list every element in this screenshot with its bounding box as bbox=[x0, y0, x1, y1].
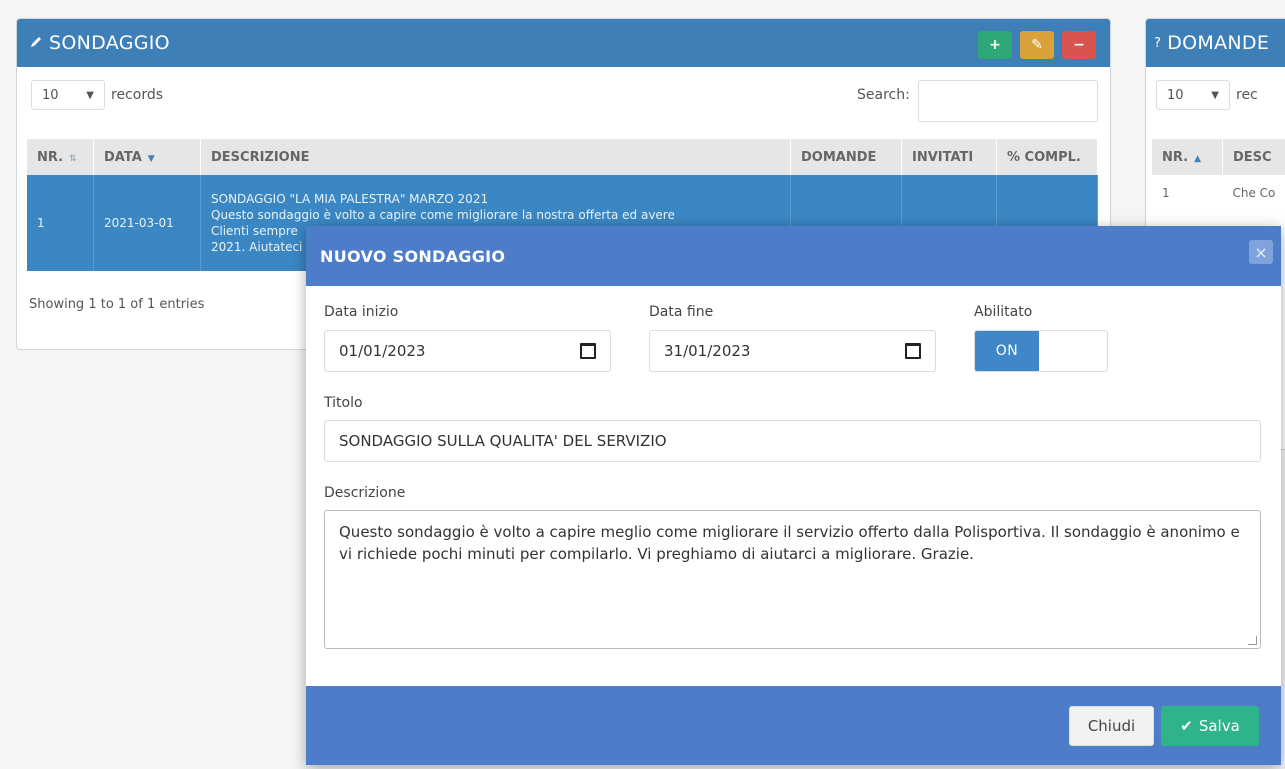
col-nr[interactable]: NR. ▲ bbox=[1152, 139, 1223, 175]
descrizione-label: Descrizione bbox=[324, 485, 406, 501]
cell-nr: 1 bbox=[27, 175, 94, 271]
records-label: records bbox=[111, 87, 164, 103]
chevron-down-icon: ▼ bbox=[86, 89, 94, 101]
panel-title: SONDAGGIO bbox=[49, 32, 170, 54]
col-desc[interactable]: DESC bbox=[1222, 139, 1285, 175]
col-descrizione[interactable]: DESCRIZIONE bbox=[200, 139, 791, 175]
check-icon: ✔ bbox=[1180, 717, 1193, 735]
table-header-row: NR. ⇅ DATA ▼ DESCRIZIONE DOMANDE INVITATI … bbox=[27, 139, 1098, 175]
col-nr[interactable]: NR. ⇅ bbox=[27, 139, 94, 175]
minus-icon: − bbox=[1073, 37, 1085, 53]
data-fine-label: Data fine bbox=[649, 304, 714, 320]
question-icon: ? bbox=[1154, 35, 1162, 51]
modal-header: NUOVO SONDAGGIO bbox=[306, 226, 1281, 286]
chiudi-button[interactable]: Chiudi bbox=[1069, 706, 1154, 746]
add-button[interactable]: + bbox=[978, 31, 1012, 59]
salva-button[interactable]: ✔ Salva bbox=[1161, 706, 1259, 746]
table-row[interactable]: 1 Che Co bbox=[1152, 175, 1285, 211]
calendar-icon[interactable] bbox=[905, 343, 921, 359]
titolo-value: SONDAGGIO SULLA QUALITA' DEL SERVIZIO bbox=[339, 432, 667, 450]
titolo-label: Titolo bbox=[324, 395, 363, 411]
cell-data: 2021-03-01 bbox=[93, 175, 201, 271]
modal-footer: Chiudi ✔ Salva bbox=[306, 686, 1281, 765]
cell-desc: Che Co bbox=[1222, 175, 1285, 211]
modal-title: NUOVO SONDAGGIO bbox=[320, 246, 506, 266]
edit-icon: ✎ bbox=[1031, 37, 1043, 53]
panel-title: DOMANDE bbox=[1167, 32, 1270, 54]
edit-button[interactable]: ✎ bbox=[1020, 31, 1054, 59]
col-data[interactable]: DATA ▼ bbox=[93, 139, 201, 175]
sort-desc-icon: ▼ bbox=[147, 153, 155, 164]
page-length-value: 10 bbox=[1167, 87, 1184, 103]
data-fine-value: 31/01/2023 bbox=[664, 342, 751, 360]
toggle-on-label: ON bbox=[975, 331, 1039, 371]
cell-nr: 1 bbox=[1152, 175, 1223, 211]
page-length-select[interactable]: 10 ▼ bbox=[31, 80, 105, 110]
search-label: Search: bbox=[857, 87, 910, 103]
salva-label: Salva bbox=[1198, 717, 1240, 735]
abilitato-toggle[interactable]: ON bbox=[974, 330, 1108, 372]
data-inizio-label: Data inizio bbox=[324, 304, 399, 320]
col-invitati[interactable]: INVITATI bbox=[901, 139, 997, 175]
chevron-down-icon: ▼ bbox=[1211, 89, 1219, 101]
close-button[interactable]: × bbox=[1249, 240, 1273, 264]
pencil-icon bbox=[29, 32, 43, 54]
chiudi-label: Chiudi bbox=[1087, 717, 1136, 735]
descrizione-textarea[interactable]: Questo sondaggio è volto a capire meglio… bbox=[324, 510, 1261, 649]
abilitato-label: Abilitato bbox=[974, 304, 1033, 320]
delete-button[interactable]: − bbox=[1062, 31, 1096, 59]
descrizione-value: Questo sondaggio è volto a capire meglio… bbox=[339, 523, 1240, 563]
data-inizio-value: 01/01/2023 bbox=[339, 342, 426, 360]
sondaggio-panel-header: SONDAGGIO bbox=[17, 19, 1110, 67]
data-fine-input[interactable]: 31/01/2023 bbox=[649, 330, 936, 372]
nuovo-sondaggio-modal: NUOVO SONDAGGIO × Data inizio 01/01/2023… bbox=[306, 226, 1281, 765]
records-label: rec bbox=[1236, 87, 1258, 103]
toggle-off-area bbox=[1039, 331, 1107, 371]
col-domande[interactable]: DOMANDE bbox=[790, 139, 902, 175]
page-length-value: 10 bbox=[42, 87, 59, 103]
titolo-input[interactable]: SONDAGGIO SULLA QUALITA' DEL SERVIZIO bbox=[324, 420, 1261, 462]
domande-panel-header: ? DOMANDE bbox=[1146, 19, 1285, 67]
col-compl[interactable]: % COMPL. bbox=[996, 139, 1098, 175]
close-icon: × bbox=[1254, 242, 1268, 262]
data-inizio-input[interactable]: 01/01/2023 bbox=[324, 330, 611, 372]
sort-asc-icon: ▲ bbox=[1194, 153, 1201, 164]
table-info: Showing 1 to 1 of 1 entries bbox=[29, 297, 205, 312]
search-input[interactable] bbox=[918, 80, 1098, 122]
sort-icon: ⇅ bbox=[69, 153, 77, 164]
page-length-select[interactable]: 10 ▼ bbox=[1156, 80, 1230, 110]
domande-table: NR. ▲ DESC 1 Che Co bbox=[1152, 139, 1285, 211]
plus-icon: + bbox=[989, 37, 1001, 53]
calendar-icon[interactable] bbox=[580, 343, 596, 359]
resize-handle-icon[interactable] bbox=[1248, 636, 1257, 645]
